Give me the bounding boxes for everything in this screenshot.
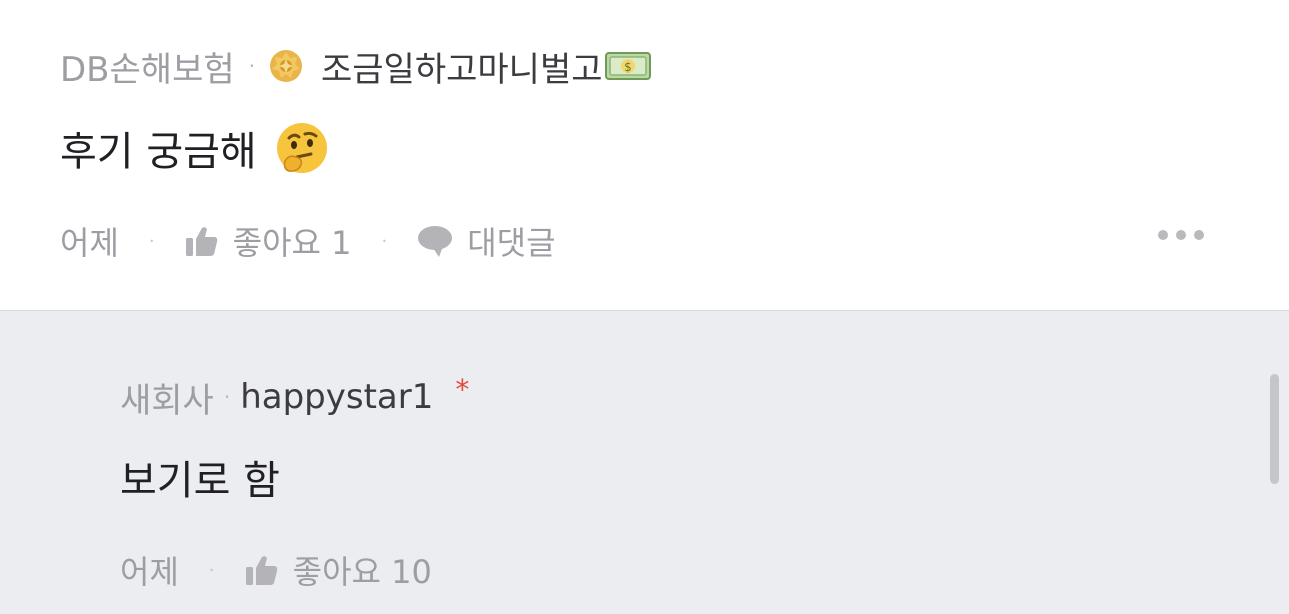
author-marker: *	[455, 372, 470, 406]
reply-card: 새회사 · happystar1 * 보기로 함 어제 · 좋아요 10	[0, 311, 1289, 614]
actions-separator: ·	[148, 230, 155, 252]
gold-medal-icon	[269, 49, 303, 83]
reply-label: 대댓글	[467, 224, 556, 262]
comment-nickname[interactable]: 조금일하고마니벌고	[321, 42, 603, 91]
comment-meta: DB손해보험 · 조금일하고마니벌고 $	[60, 42, 651, 91]
reply-button[interactable]: 대댓글	[417, 218, 556, 264]
reply-like-button[interactable]: 좋아요 10	[245, 547, 432, 593]
meta-separator: ·	[223, 385, 231, 409]
meta-separator: ·	[248, 54, 255, 78]
money-bill-emoji-icon: $	[604, 51, 651, 81]
more-dot	[1158, 230, 1168, 240]
comment-body-text: 후기 궁금해	[60, 129, 257, 175]
thumbs-up-icon	[185, 227, 217, 256]
actions-separator: ·	[208, 559, 215, 581]
reply-actions: 어제 · 좋아요 10	[120, 547, 432, 593]
reply-body: 보기로 함	[120, 451, 280, 504]
svg-text:$: $	[624, 60, 632, 74]
more-options-icon[interactable]	[1158, 230, 1204, 240]
speech-bubble-icon	[418, 226, 453, 257]
comment-body: 후기 궁금해	[60, 120, 329, 176]
comment-company: DB손해보험	[60, 49, 235, 90]
reply-body-text: 보기로 함	[120, 458, 280, 504]
thumbs-up-icon	[245, 556, 277, 585]
reply-like-count-label: 좋아요 10	[292, 553, 432, 591]
comment-actions: 어제 · 좋아요 1 · 대댓글	[60, 218, 556, 264]
like-count-label: 좋아요 1	[232, 224, 352, 262]
comment-card: DB손해보험 · 조금일하고마니벌고 $ 후기 궁금해 어제 · 좋아요 1 ·…	[0, 0, 1289, 310]
scrollbar[interactable]	[1270, 374, 1279, 484]
more-dot	[1176, 230, 1186, 240]
thinking-face-emoji-icon	[275, 121, 329, 175]
more-dot	[1194, 230, 1204, 240]
like-button[interactable]: 좋아요 1	[185, 218, 352, 264]
reply-company: 새회사	[120, 380, 214, 421]
actions-separator: ·	[381, 230, 388, 252]
reply-time: 어제	[120, 553, 179, 591]
comment-time: 어제	[60, 224, 119, 262]
reply-nickname[interactable]: happystar1	[240, 377, 433, 417]
reply-meta: 새회사 · happystar1 *	[120, 372, 470, 421]
